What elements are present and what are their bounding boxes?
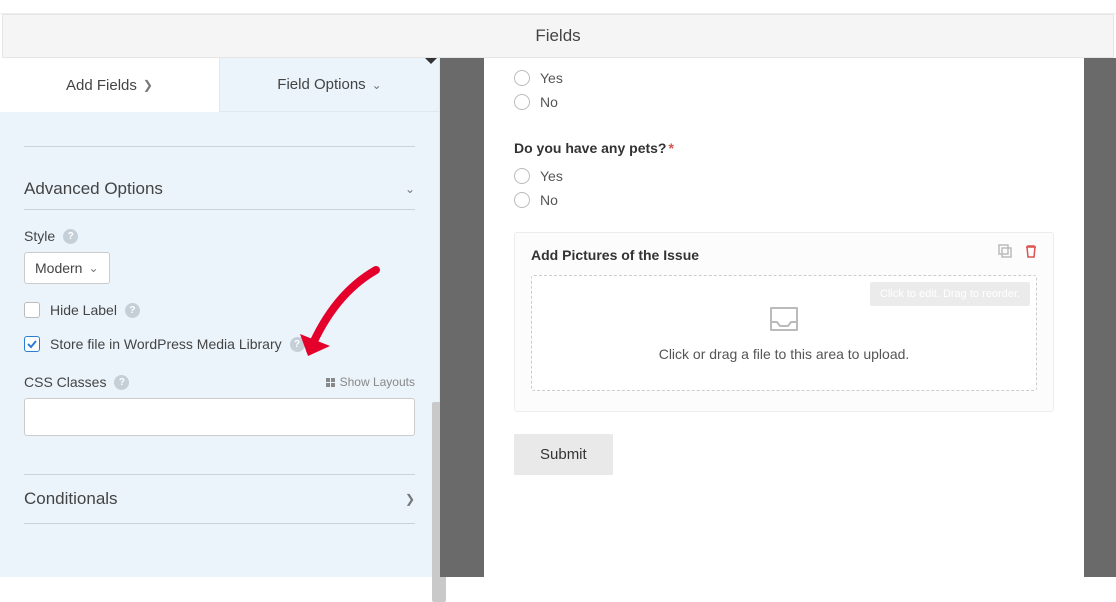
- radio-circle-icon: [514, 70, 530, 86]
- advanced-options-label: Advanced Options: [24, 179, 163, 199]
- help-icon[interactable]: ?: [63, 229, 78, 244]
- grid-icon: [326, 378, 335, 387]
- store-media-text: Store file in WordPress Media Library: [50, 336, 282, 352]
- radio-option[interactable]: No: [514, 192, 1054, 208]
- hide-label-checkbox[interactable]: [24, 302, 40, 318]
- tab-add-fields[interactable]: Add Fields ❯: [0, 58, 220, 112]
- store-media-checkbox[interactable]: [24, 336, 40, 352]
- radio-circle-icon: [514, 94, 530, 110]
- radio-group-1: Yes No: [514, 70, 1054, 110]
- header-title: Fields: [2, 14, 1114, 58]
- tab-add-fields-label: Add Fields: [66, 77, 137, 94]
- tab-field-options-label: Field Options: [277, 76, 365, 93]
- chevron-down-icon: ⌄: [405, 182, 415, 196]
- hide-label-text: Hide Label: [50, 302, 117, 318]
- help-icon[interactable]: ?: [125, 303, 140, 318]
- scroll-up-icon[interactable]: [425, 58, 437, 70]
- form-canvas: Yes No Do you have any pets?* Yes No: [440, 58, 1116, 577]
- chevron-right-icon: ❯: [405, 492, 415, 506]
- help-icon[interactable]: ?: [290, 337, 305, 352]
- form-preview: Yes No Do you have any pets?* Yes No: [484, 58, 1084, 577]
- conditionals-label: Conditionals: [24, 489, 118, 509]
- help-icon[interactable]: ?: [114, 375, 129, 390]
- radio-circle-icon: [514, 192, 530, 208]
- question-pets: Do you have any pets?*: [514, 140, 1054, 156]
- conditionals-section[interactable]: Conditionals ❯: [24, 474, 415, 524]
- radio-group-2: Yes No: [514, 168, 1054, 208]
- chevron-down-icon: ⌄: [88, 261, 98, 275]
- duplicate-icon[interactable]: [997, 243, 1013, 259]
- style-value: Modern: [35, 260, 82, 276]
- show-layouts-link[interactable]: Show Layouts: [326, 375, 415, 389]
- style-label: Style: [24, 228, 55, 244]
- radio-label: No: [540, 192, 558, 208]
- divider: [24, 146, 415, 147]
- submit-button[interactable]: Submit: [514, 434, 613, 475]
- required-icon: *: [668, 140, 673, 156]
- upload-title: Add Pictures of the Issue: [531, 247, 1037, 263]
- radio-circle-icon: [514, 168, 530, 184]
- question-label: Do you have any pets?: [514, 140, 666, 156]
- upload-dropzone[interactable]: Click to edit. Drag to reorder. Click or…: [531, 275, 1037, 391]
- file-upload-field[interactable]: Add Pictures of the Issue Click to edit.…: [514, 232, 1054, 412]
- css-classes-input[interactable]: [24, 398, 415, 436]
- sidebar: Add Fields ❯ Field Options ⌄ Advanced Op…: [0, 58, 440, 577]
- radio-label: Yes: [540, 70, 563, 86]
- css-classes-label: CSS Classes: [24, 374, 106, 390]
- trash-icon[interactable]: [1023, 243, 1039, 259]
- drop-text: Click or drag a file to this area to upl…: [659, 346, 910, 362]
- chevron-down-icon: ⌄: [372, 78, 382, 92]
- advanced-options-section[interactable]: Advanced Options ⌄: [24, 169, 415, 210]
- show-layouts-label: Show Layouts: [340, 375, 415, 389]
- radio-option[interactable]: Yes: [514, 168, 1054, 184]
- top-strip: [0, 0, 1116, 14]
- radio-label: No: [540, 94, 558, 110]
- radio-option[interactable]: No: [514, 94, 1054, 110]
- radio-option[interactable]: Yes: [514, 70, 1054, 86]
- tab-field-options[interactable]: Field Options ⌄: [220, 58, 439, 112]
- radio-label: Yes: [540, 168, 563, 184]
- chevron-right-icon: ❯: [143, 78, 153, 92]
- inbox-icon: [767, 304, 801, 334]
- style-select[interactable]: Modern ⌄: [24, 252, 110, 284]
- edit-tooltip: Click to edit. Drag to reorder.: [870, 282, 1030, 306]
